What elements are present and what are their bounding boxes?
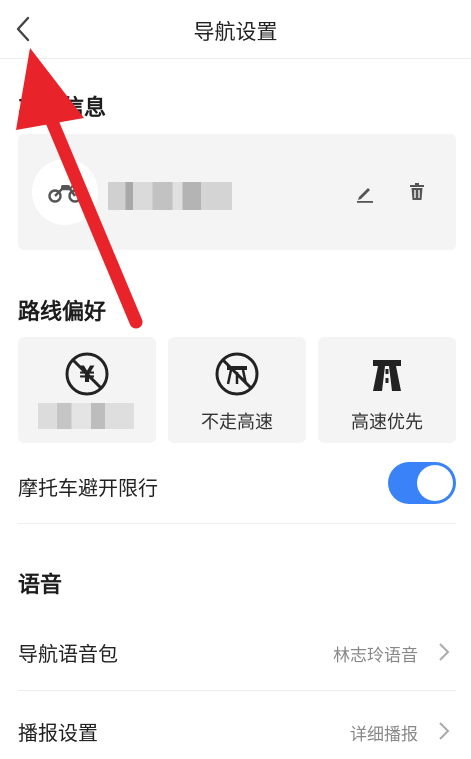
svg-text:¥: ¥ bbox=[79, 363, 95, 388]
toggle-knob bbox=[417, 465, 453, 501]
divider bbox=[18, 523, 456, 524]
voice-pack-label: 导航语音包 bbox=[18, 642, 118, 666]
no-toll-icon: ¥ bbox=[65, 352, 109, 396]
top-bar: 导航设置 bbox=[0, 0, 471, 59]
no-highway-icon bbox=[215, 352, 259, 396]
voice-pack-row[interactable]: 导航语音包 林志玲语音 bbox=[18, 638, 456, 668]
route-option-no-toll[interactable]: ¥ bbox=[18, 337, 156, 443]
trash-icon[interactable] bbox=[406, 181, 428, 203]
license-plate-blurred bbox=[108, 182, 232, 210]
chevron-right-icon bbox=[439, 643, 450, 661]
edit-icon[interactable] bbox=[354, 182, 376, 204]
divider bbox=[18, 690, 456, 691]
motorcycle-icon bbox=[48, 183, 82, 203]
motorcycle-avatar bbox=[32, 159, 98, 225]
voice-section-title: 语音 bbox=[18, 573, 63, 598]
vehicle-card[interactable] bbox=[18, 134, 456, 250]
broadcast-value: 详细播报 bbox=[350, 725, 418, 745]
restriction-label: 摩托车避开限行 bbox=[18, 476, 158, 500]
page-title: 导航设置 bbox=[193, 20, 278, 44]
broadcast-label: 播报设置 bbox=[18, 721, 98, 745]
vehicle-section-title: 车辆信息 bbox=[18, 96, 107, 121]
restriction-toggle[interactable] bbox=[388, 462, 456, 504]
chevron-right-icon bbox=[439, 722, 450, 740]
route-option-highway-first[interactable]: 高速优先 bbox=[318, 337, 456, 443]
route-option-label-blurred bbox=[38, 403, 134, 429]
voice-pack-value: 林志玲语音 bbox=[333, 646, 418, 666]
route-option-label: 高速优先 bbox=[351, 412, 423, 433]
route-option-no-highway[interactable]: 不走高速 bbox=[168, 337, 306, 443]
highway-icon bbox=[373, 360, 401, 391]
broadcast-row[interactable]: 播报设置 详细播报 bbox=[18, 717, 456, 747]
route-option-label: 不走高速 bbox=[201, 412, 273, 433]
route-section-title: 路线偏好 bbox=[18, 300, 107, 325]
